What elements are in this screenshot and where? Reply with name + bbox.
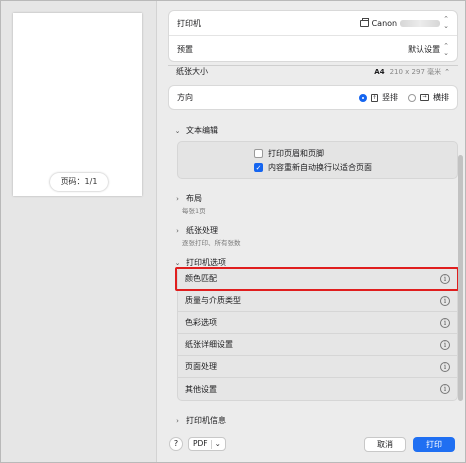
printer-info-header[interactable]: › 打印机信息	[174, 415, 226, 426]
updown-chevron-icon: ⌃ ⌄	[443, 41, 449, 57]
printer-name-redacted	[400, 19, 441, 27]
rewrap-option[interactable]: ✓ 内容重新自动换行以适合页面	[254, 162, 372, 173]
page-indicator: 页码：1/1	[50, 173, 108, 191]
header-footer-checkbox[interactable]	[254, 149, 263, 158]
printer-presets-box: 打印机 Canon ⌃ ⌄ 预置 默认设置 ⌃ ⌄	[168, 10, 458, 62]
updown-chevron-icon: ⌃	[444, 67, 450, 76]
chevron-down-icon: ⌄	[174, 258, 181, 267]
option-other-settings[interactable]: 其他设置 i	[178, 378, 457, 400]
option-label: 其他设置	[185, 384, 217, 394]
orientation-label: 方向	[177, 93, 193, 102]
option-label: 色彩选项	[185, 318, 217, 327]
chevron-right-icon: ›	[176, 226, 179, 235]
updown-chevron-icon: ⌃ ⌄	[443, 15, 449, 30]
paper-size-label: 纸张大小	[176, 67, 208, 76]
settings-pane: 打印机 Canon ⌃ ⌄ 预置 默认设置 ⌃ ⌄ 纸张大小 A4 210 x …	[156, 1, 465, 462]
printer-name: Canon	[371, 18, 398, 28]
layout-title: 布局	[186, 194, 202, 203]
scrollbar[interactable]	[458, 155, 463, 401]
orientation-options: ↑ 竖排 → 横排	[359, 92, 449, 103]
landscape-radio[interactable]	[408, 93, 416, 102]
pdf-label: PDF	[193, 439, 208, 448]
option-paper-detail[interactable]: 纸张详细设置 i	[178, 334, 457, 356]
paper-size-value: A4	[374, 68, 385, 76]
header-footer-label: 打印页眉和页脚	[268, 149, 324, 158]
paper-size-row[interactable]: 纸张大小 A4 210 x 297 毫米 ⌃	[168, 66, 458, 78]
paper-handling-summary: 逐张打印、所有张数	[182, 239, 241, 247]
presets-value: 默认设置	[408, 45, 441, 54]
printer-row[interactable]: 打印机 Canon ⌃ ⌄	[169, 11, 457, 36]
header-footer-option[interactable]: 打印页眉和页脚	[254, 148, 324, 159]
orientation-row: 方向 ↑ 竖排 → 横排	[168, 85, 458, 110]
paper-size-select[interactable]: A4 210 x 297 毫米 ⌃	[374, 67, 450, 77]
page-preview	[13, 13, 142, 196]
text-editing-title: 文本编辑	[186, 126, 218, 135]
pdf-menu-button[interactable]: PDF ⌄	[188, 437, 226, 451]
rewrap-checkbox[interactable]: ✓	[254, 163, 263, 172]
layout-header[interactable]: › 布局	[174, 193, 202, 204]
info-icon[interactable]: i	[440, 295, 450, 306]
print-button[interactable]: 打印	[413, 437, 455, 452]
printer-info-title: 打印机信息	[186, 416, 226, 425]
presets-row[interactable]: 预置 默认设置 ⌃ ⌄	[169, 37, 457, 62]
landscape-label: 横排	[433, 93, 449, 102]
paper-size-dims: 210 x 297 毫米	[389, 68, 442, 76]
print-dialog: 页码：1/1 打印机 Canon ⌃ ⌄ 预置 默认设置 ⌃ ⌄ 纸张大小 A4…	[0, 0, 466, 463]
chevron-right-icon: ›	[176, 416, 179, 425]
help-button[interactable]: ?	[169, 437, 183, 451]
cancel-button[interactable]: 取消	[364, 437, 406, 452]
rewrap-label: 内容重新自动换行以适合页面	[268, 163, 372, 172]
info-icon[interactable]: i	[440, 361, 450, 372]
info-icon[interactable]: i	[440, 317, 450, 328]
option-label: 颜色匹配	[185, 274, 217, 283]
presets-select[interactable]: 默认设置 ⌃ ⌄	[408, 41, 449, 57]
chevron-down-icon: ⌄	[214, 439, 221, 448]
chevron-down-icon: ⌄	[174, 126, 181, 135]
portrait-radio[interactable]	[359, 93, 367, 102]
option-label: 纸张详细设置	[185, 340, 233, 349]
preview-pane: 页码：1/1	[1, 1, 156, 462]
text-editing-box: 打印页眉和页脚 ✓ 内容重新自动换行以适合页面	[177, 141, 458, 179]
landscape-icon: →	[420, 94, 429, 101]
option-color-options[interactable]: 色彩选项 i	[178, 312, 457, 334]
printer-select[interactable]: Canon ⌃ ⌄	[359, 15, 449, 30]
info-icon[interactable]: i	[440, 339, 450, 350]
info-icon[interactable]: i	[440, 273, 450, 284]
layout-summary: 每张1页	[182, 207, 206, 215]
option-color-matching[interactable]: 颜色匹配 i	[178, 268, 457, 290]
option-quality-media[interactable]: 质量与介质类型 i	[178, 290, 457, 312]
portrait-icon: ↑	[371, 93, 378, 102]
paper-handling-header[interactable]: › 纸张处理	[174, 225, 218, 236]
paper-handling-title: 纸张处理	[186, 226, 218, 235]
printer-label: 打印机	[177, 18, 201, 28]
pdf-divider	[210, 439, 212, 449]
option-page-processing[interactable]: 页面处理 i	[178, 356, 457, 378]
option-label: 页面处理	[185, 362, 217, 371]
info-icon[interactable]: i	[440, 384, 450, 394]
chevron-right-icon: ›	[176, 194, 179, 203]
text-editing-header[interactable]: ⌄ 文本编辑	[174, 125, 218, 136]
printer-options-list: 颜色匹配 i 质量与介质类型 i 色彩选项 i 纸张详细设置 i 页面处理 i …	[177, 267, 458, 401]
portrait-label: 竖排	[382, 93, 398, 102]
option-label: 质量与介质类型	[185, 296, 241, 305]
printer-icon	[359, 17, 369, 27]
presets-label: 预置	[177, 45, 193, 54]
